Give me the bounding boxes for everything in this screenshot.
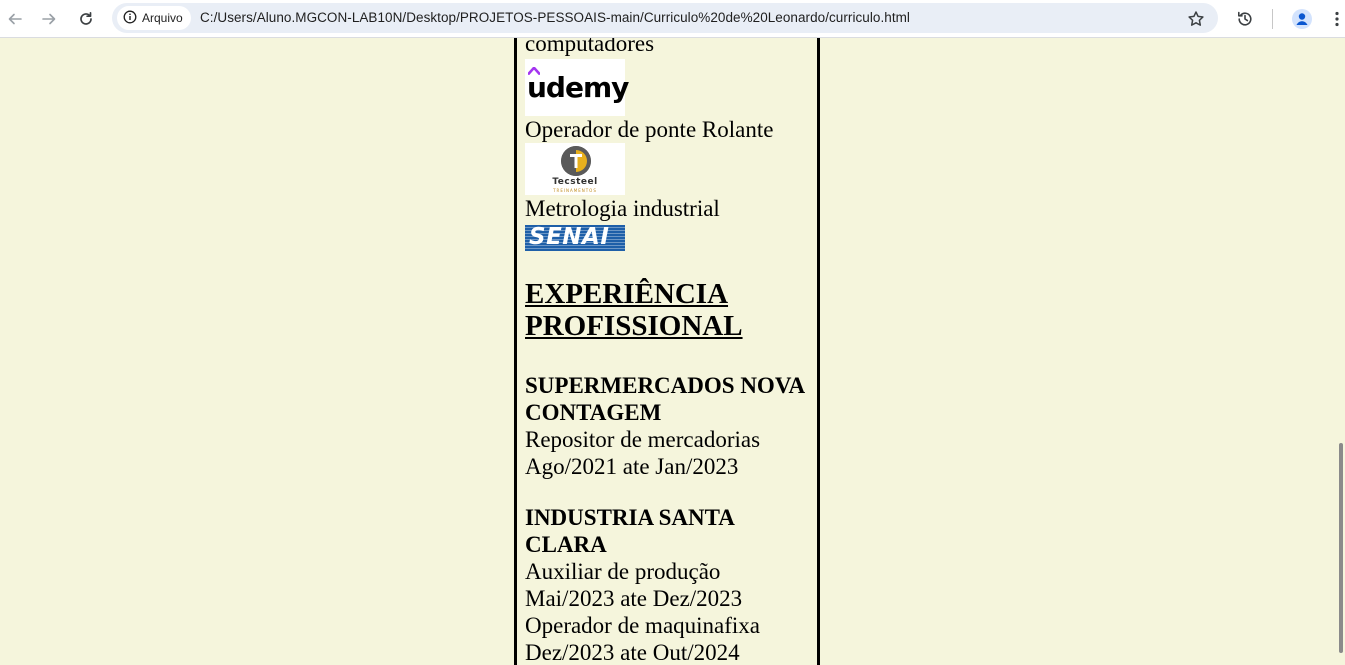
history-button[interactable]	[1230, 4, 1260, 34]
info-icon	[123, 10, 137, 27]
site-info-chip[interactable]: Arquivo	[117, 6, 191, 30]
resume-column: computadores udemy Operador de ponte Rol…	[514, 38, 820, 665]
reload-icon	[78, 11, 94, 27]
tecsteel-subtext: TREINAMENTOS	[553, 188, 597, 193]
resume-content: computadores udemy Operador de ponte Rol…	[525, 38, 815, 665]
job-role: Auxiliar de produção	[525, 559, 721, 584]
bookmark-button[interactable]	[1181, 4, 1211, 34]
reload-button[interactable]	[71, 4, 101, 34]
back-button[interactable]	[0, 4, 30, 34]
senai-logo: SENAI	[525, 225, 625, 251]
browser-toolbar: Arquivo C:/Users/Aluno.MGCON-LAB10N/Desk…	[0, 0, 1345, 38]
menu-icon	[1334, 10, 1340, 28]
job-period: Dez/2023 ate Out/2024	[525, 640, 740, 665]
course-name: Operador de ponte Rolante	[525, 117, 774, 142]
security-chip-label: Arquivo	[142, 11, 183, 25]
job-role: Repositor de mercadorias	[525, 427, 761, 452]
scrollbar-thumb[interactable]	[1339, 443, 1343, 653]
history-icon	[1236, 10, 1254, 28]
udemy-logo: udemy	[525, 59, 629, 116]
back-icon	[7, 11, 23, 27]
tecsteel-emblem-icon	[561, 146, 591, 176]
forward-button[interactable]	[34, 4, 64, 34]
job-role: Operador de maquinafixa	[525, 613, 761, 638]
udemy-wordmark: udemy	[527, 71, 629, 104]
tecsteel-logo: Tecsteel TREINAMENTOS	[525, 143, 625, 195]
toolbar-divider	[1272, 9, 1273, 29]
url-text[interactable]: C:/Users/Aluno.MGCON-LAB10N/Desktop/PROJ…	[200, 10, 910, 25]
company-name: SUPERMERCADOS NOVA CONTAGEM	[525, 373, 804, 425]
star-icon	[1187, 10, 1205, 28]
company-name: INDUSTRIA SANTA CLARA	[525, 505, 734, 557]
experience-heading: EXPERIÊNCIA PROFISSIONAL	[525, 278, 743, 342]
senai-wordmark: SENAI	[529, 225, 610, 250]
job-period: Ago/2021 ate Jan/2023	[525, 454, 739, 479]
profile-icon	[1291, 8, 1313, 30]
address-bar[interactable]: Arquivo C:/Users/Aluno.MGCON-LAB10N/Desk…	[112, 3, 1218, 33]
profile-button[interactable]	[1287, 4, 1317, 34]
menu-button[interactable]	[1322, 4, 1345, 34]
tecsteel-wordmark: Tecsteel	[552, 177, 598, 187]
course-name: Metrologia industrial	[525, 196, 720, 221]
job-period: Mai/2023 ate Dez/2023	[525, 586, 743, 611]
page-scrollbar[interactable]	[1338, 38, 1345, 665]
course-line-partial: computadores	[525, 38, 655, 56]
forward-icon	[41, 11, 57, 27]
